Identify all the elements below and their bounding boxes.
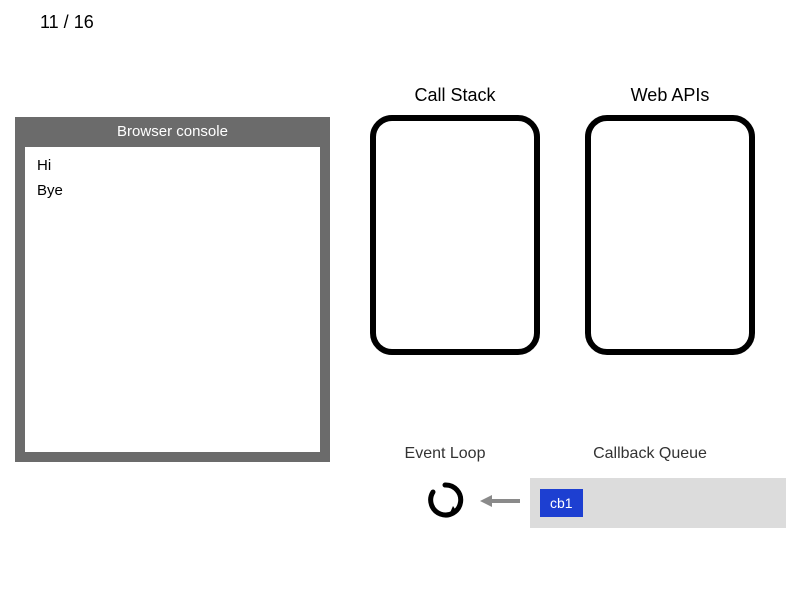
page-counter: 11 / 16 xyxy=(40,12,94,33)
event-loop-icon xyxy=(425,480,465,520)
web-apis-title: Web APIs xyxy=(580,85,760,106)
arrow-left-icon xyxy=(480,494,520,508)
call-stack-title: Call Stack xyxy=(370,85,540,106)
callback-item: cb1 xyxy=(540,489,583,517)
browser-console-title: Browser console xyxy=(15,117,330,147)
browser-console-panel: Browser console Hi Bye xyxy=(15,117,330,462)
console-line: Hi xyxy=(37,157,308,174)
callback-queue-box: cb1 xyxy=(530,478,786,528)
web-apis-box xyxy=(585,115,755,355)
event-loop-title: Event Loop xyxy=(380,445,510,463)
call-stack-box xyxy=(370,115,540,355)
callback-queue-title: Callback Queue xyxy=(560,445,740,463)
browser-console-body: Hi Bye xyxy=(25,147,320,452)
console-line: Bye xyxy=(37,182,308,199)
